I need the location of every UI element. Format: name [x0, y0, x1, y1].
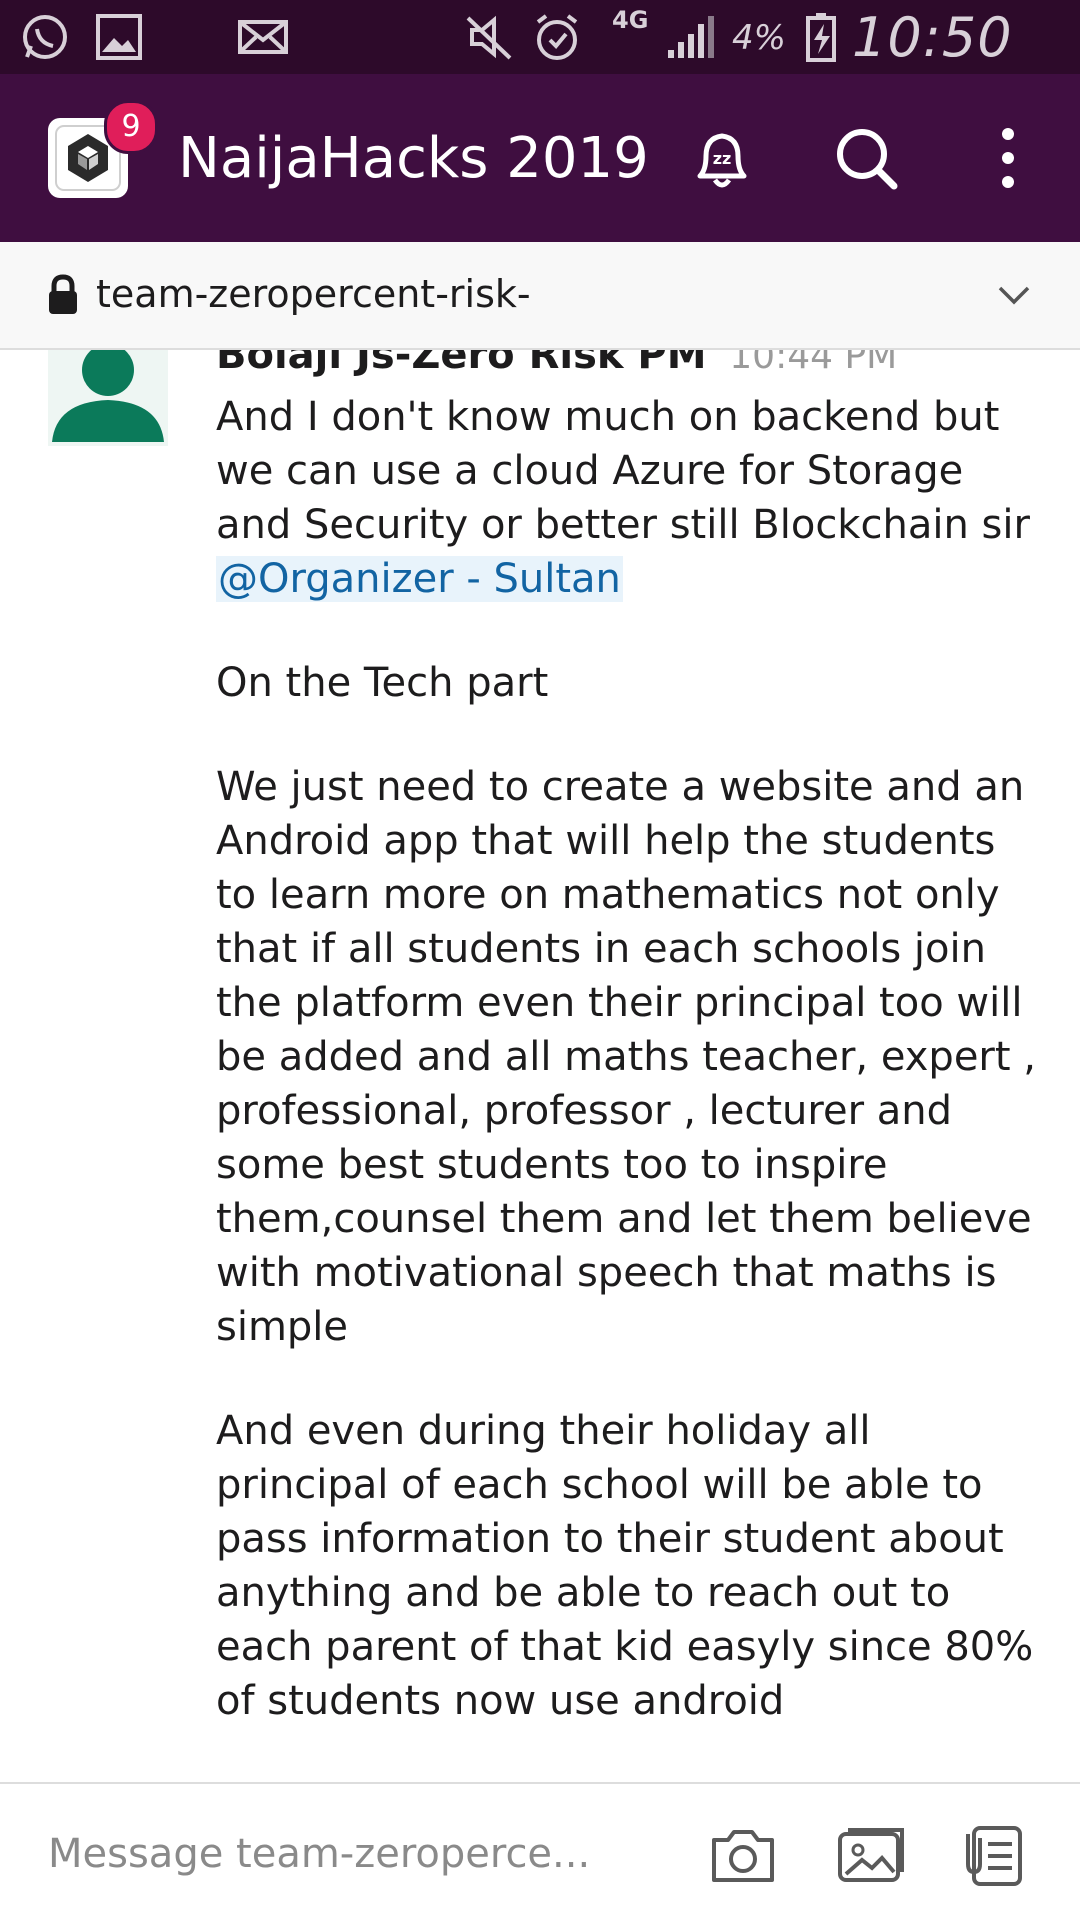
workspace-title[interactable]: NaijaHacks 2019 — [178, 126, 649, 191]
battery-percent: 4% — [732, 18, 786, 58]
snooze-bell-icon[interactable]: zz — [684, 120, 760, 196]
signal-icon — [668, 16, 714, 58]
message-header: Bolaji Js-Zero Risk PM 10:44 PM — [216, 350, 897, 378]
channel-name: team-zeropercent-risk- — [96, 272, 531, 316]
alarm-icon — [536, 14, 578, 60]
status-bar: 4G 4% 10:50 PM — [0, 0, 1080, 132]
app-bar: 9 NaijaHacks 2019 zz — [0, 74, 1080, 242]
message-paragraph: And even during their holiday all princi… — [216, 1408, 1034, 1724]
mute-icon — [466, 15, 512, 60]
mention-link[interactable]: @Organizer - Sultan — [216, 556, 623, 602]
message-composer — [0, 1782, 1080, 1922]
mail-icon — [238, 20, 288, 54]
gallery-icon — [96, 14, 142, 60]
chevron-down-icon[interactable] — [994, 280, 1034, 310]
lock-icon — [49, 274, 77, 314]
message-paragraph: And I don't know much on backend but we … — [216, 390, 1036, 606]
message-text: And I don't know much on backend but we … — [216, 394, 1030, 548]
camera-icon[interactable] — [708, 1820, 778, 1890]
battery-icon — [806, 13, 836, 62]
svg-text:zz: zz — [713, 149, 732, 168]
message-list[interactable]: Bolaji Js-Zero Risk PM 10:44 PM And I do… — [0, 350, 1080, 1782]
message-paragraph: We just need to create a website and an … — [216, 764, 1036, 1350]
search-icon[interactable] — [828, 120, 904, 196]
channel-header[interactable]: team-zeropercent-risk- — [0, 242, 1080, 350]
message-author[interactable]: Bolaji Js-Zero Risk PM — [216, 350, 707, 378]
photo-icon[interactable] — [836, 1820, 906, 1890]
message-input[interactable] — [48, 1826, 608, 1882]
files-icon[interactable] — [960, 1820, 1030, 1890]
network-type: 4G — [612, 6, 649, 34]
message-timestamp: 10:44 PM — [729, 350, 898, 377]
message-paragraph: On the Tech part — [216, 660, 549, 706]
message-body: And I don't know much on backend but we … — [216, 390, 1036, 1778]
notification-badge: 9 — [104, 100, 158, 154]
more-vert-icon[interactable] — [970, 120, 1046, 196]
user-placeholder-icon — [52, 350, 164, 442]
whatsapp-icon — [23, 15, 67, 59]
avatar[interactable] — [48, 350, 168, 446]
